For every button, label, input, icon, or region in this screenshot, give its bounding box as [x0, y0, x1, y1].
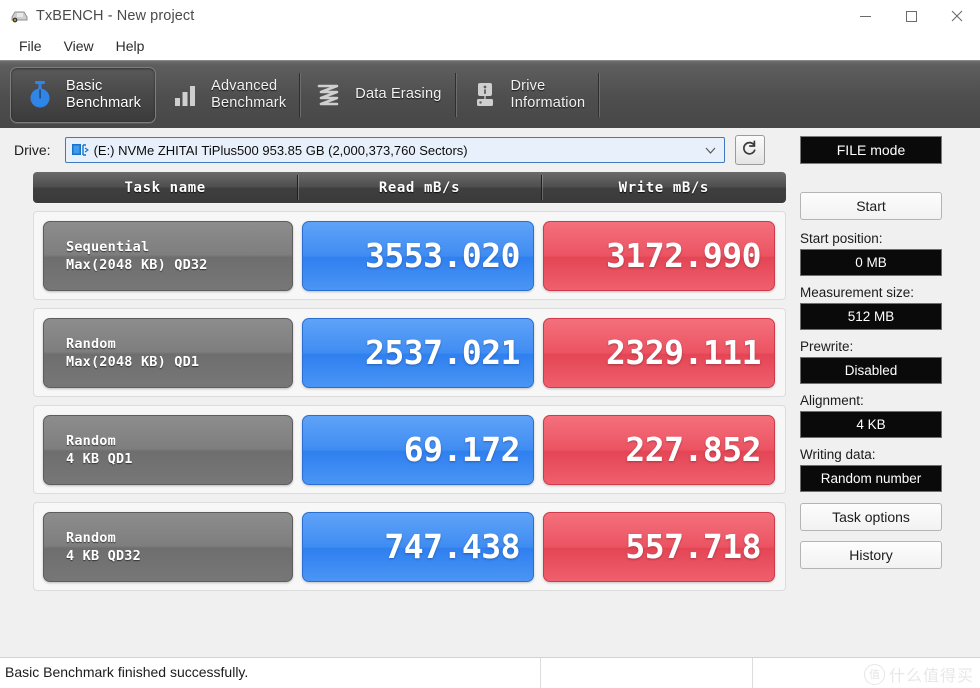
start-position-field[interactable]: 0 MB: [800, 249, 942, 276]
read-value: 2537.021: [365, 332, 520, 372]
task-options-button[interactable]: Task options: [800, 503, 942, 531]
app-icon: [9, 8, 29, 24]
title-bar: TxBENCH - New project: [0, 0, 980, 32]
history-button[interactable]: History: [800, 541, 942, 569]
task-name-cell[interactable]: Random Max(2048 KB) QD1: [43, 317, 293, 388]
tab-data-erasing[interactable]: Data Erasing: [300, 67, 456, 123]
task-line-secondary: Max(2048 KB) QD1: [66, 353, 200, 370]
txbench-window: TxBENCH - New project File View Help Bas…: [0, 0, 980, 688]
results-header-row: Task name Read mB/s Write mB/s: [33, 172, 786, 203]
tab-label-data-erasing: Data Erasing: [355, 86, 442, 102]
task-line-primary: Sequential: [66, 238, 150, 255]
refresh-drives-button[interactable]: [734, 135, 765, 165]
drive-label: Drive:: [14, 142, 51, 158]
control-panel: FILE mode Start Start position: 0 MB Mea…: [790, 136, 980, 591]
tab-label-advanced-benchmark: Advanced Benchmark: [211, 77, 287, 111]
refresh-icon: [741, 139, 758, 162]
shred-icon: [312, 77, 346, 113]
drive-info-icon: [468, 77, 502, 113]
task-line-primary: Random: [66, 335, 116, 352]
close-button[interactable]: [934, 0, 980, 32]
write-value-cell: 3172.990: [543, 220, 775, 291]
menu-bar: File View Help: [0, 32, 980, 60]
write-value-cell: 557.718: [543, 511, 775, 582]
task-line-secondary: 4 KB QD32: [66, 547, 141, 564]
read-value-cell: 2537.021: [302, 317, 534, 388]
window-title: TxBENCH - New project: [36, 8, 195, 24]
measurement-size-label: Measurement size:: [800, 285, 915, 300]
task-line-secondary: Max(2048 KB) QD32: [66, 256, 208, 273]
tab-basic-benchmark[interactable]: Basic Benchmark: [10, 66, 157, 123]
watermark-logo-icon: 值: [863, 663, 885, 685]
task-line-primary: Random: [66, 432, 116, 449]
maximize-button[interactable]: [888, 0, 934, 32]
drive-select[interactable]: (E:) NVMe ZHITAI TiPlus500 953.85 GB (2,…: [64, 137, 725, 163]
read-value-cell: 3553.020: [302, 220, 534, 291]
prewrite-label: Prewrite:: [800, 339, 854, 354]
status-divider: [540, 658, 541, 688]
drive-value: (E:) NVMe ZHITAI TiPlus500 953.85 GB (2,…: [93, 142, 468, 158]
write-value-cell: 2329.111: [543, 317, 775, 388]
watermark: 值 什么值得买: [863, 662, 974, 686]
bar-chart-icon: [168, 77, 202, 113]
read-value-cell: 69.172: [302, 414, 534, 485]
column-header-task-name: Task name: [124, 179, 206, 196]
tab-strip: Basic Benchmark Advanced Benchmark Data …: [0, 60, 980, 128]
read-value-cell: 747.438: [302, 511, 534, 582]
task-line-secondary: 4 KB QD1: [66, 450, 133, 467]
table-row: Random Max(2048 KB) QD1 2537.021 2329.11…: [33, 308, 786, 397]
prewrite-field[interactable]: Disabled: [800, 357, 942, 384]
start-button[interactable]: Start: [800, 192, 942, 220]
write-value: 227.852: [625, 429, 761, 469]
write-value: 3172.990: [606, 235, 761, 275]
read-value: 3553.020: [365, 235, 520, 275]
read-value: 69.172: [403, 429, 521, 469]
task-name-cell[interactable]: Sequential Max(2048 KB) QD32: [43, 220, 293, 291]
write-value: 557.718: [625, 526, 761, 566]
file-mode-button[interactable]: FILE mode: [800, 136, 942, 164]
window-controls: [842, 0, 980, 32]
write-value-cell: 227.852: [543, 414, 775, 485]
alignment-field[interactable]: 4 KB: [800, 411, 942, 438]
column-header-read: Read mB/s: [378, 179, 461, 196]
minimize-button[interactable]: [842, 0, 888, 32]
status-divider: [752, 658, 753, 688]
table-row: Sequential Max(2048 KB) QD32 3553.020 31…: [33, 211, 786, 300]
tab-label-basic-benchmark: Basic Benchmark: [66, 77, 142, 111]
table-row: Random 4 KB QD32 747.438 557.718: [33, 502, 786, 591]
task-line-primary: Random: [66, 529, 116, 546]
tab-label-drive-information: Drive Information: [510, 77, 586, 111]
results-table: Task name Read mB/s Write mB/s Sequentia…: [0, 172, 790, 591]
menu-item-file[interactable]: File: [8, 35, 53, 57]
menu-item-view[interactable]: View: [53, 35, 105, 57]
write-value: 2329.111: [606, 332, 761, 372]
menu-item-help[interactable]: Help: [105, 35, 156, 57]
main-content: Task name Read mB/s Write mB/s Sequentia…: [0, 136, 980, 591]
writing-data-field[interactable]: Random number: [800, 465, 942, 492]
column-header-write: Write mB/s: [618, 179, 709, 196]
watermark-text: 什么值得买: [888, 668, 974, 685]
status-bar: Basic Benchmark finished successfully.: [0, 657, 980, 688]
drive-icon: [71, 143, 89, 157]
start-position-label: Start position:: [800, 231, 883, 246]
stopwatch-icon: [23, 77, 57, 113]
tab-divider: [598, 72, 600, 117]
status-message: Basic Benchmark finished successfully.: [5, 664, 249, 680]
task-name-cell[interactable]: Random 4 KB QD32: [43, 511, 293, 582]
chevron-down-icon[interactable]: [705, 138, 716, 162]
measurement-size-field[interactable]: 512 MB: [800, 303, 942, 330]
tab-advanced-benchmark[interactable]: Advanced Benchmark: [156, 67, 301, 123]
alignment-label: Alignment:: [800, 393, 864, 408]
task-name-cell[interactable]: Random 4 KB QD1: [43, 414, 293, 485]
read-value: 747.438: [384, 526, 520, 566]
writing-data-label: Writing data:: [800, 447, 876, 462]
table-row: Random 4 KB QD1 69.172 227.852: [33, 405, 786, 494]
tab-drive-information[interactable]: Drive Information: [456, 67, 600, 123]
